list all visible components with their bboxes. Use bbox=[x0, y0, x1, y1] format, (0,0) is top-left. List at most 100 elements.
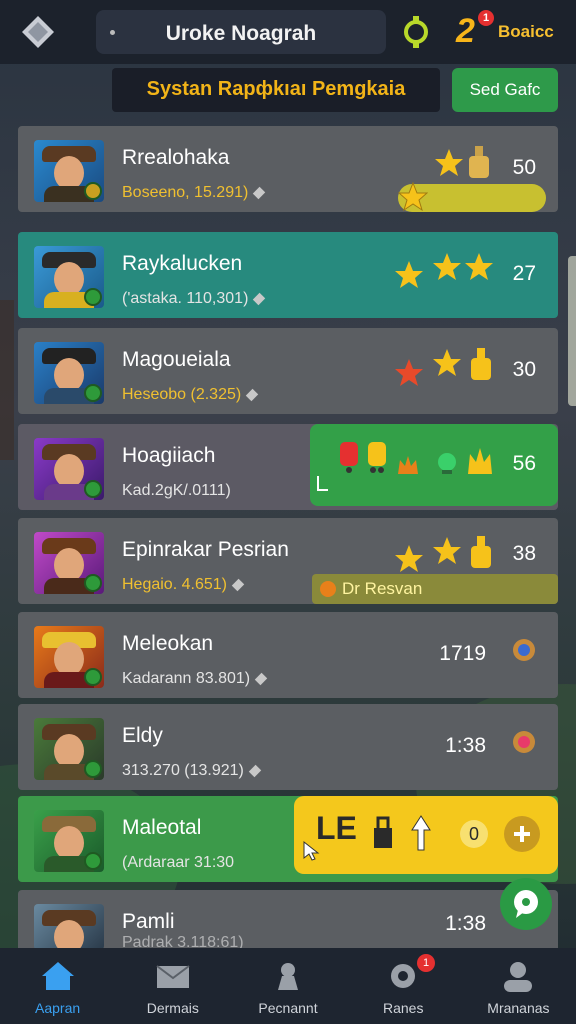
status-check-icon bbox=[84, 384, 102, 402]
status-check-icon bbox=[84, 852, 102, 870]
rewards-card[interactable]: 56 bbox=[310, 424, 558, 506]
key-icon bbox=[411, 815, 431, 851]
avatar bbox=[34, 438, 104, 500]
achievement-text: Dr Resvan bbox=[342, 579, 423, 598]
achievement-bar[interactable]: Dr Resvan bbox=[312, 574, 558, 604]
nav-item-profile[interactable]: Pecnannt bbox=[230, 948, 345, 1024]
sync-icon bbox=[404, 16, 428, 48]
bottle-icon bbox=[469, 146, 489, 178]
mail-icon bbox=[156, 965, 190, 988]
nav-item-home[interactable]: Aapran bbox=[0, 948, 115, 1024]
list-item[interactable]: Eldy 313.270 (13.921) 1:38 bbox=[18, 704, 558, 790]
brand-number: 2 bbox=[456, 12, 475, 50]
star-icon bbox=[395, 261, 423, 288]
nav-item-settings[interactable]: 1 Ranes bbox=[346, 948, 461, 1024]
gem-icon bbox=[231, 578, 245, 591]
avatar-face bbox=[54, 826, 84, 860]
top-bar: Uroke Noagrah 2 1 Boaicc bbox=[0, 0, 576, 64]
list-item[interactable]: Raykalucken ('astaka. 110,301) 27 bbox=[18, 232, 558, 318]
bottle-icon bbox=[471, 348, 491, 380]
red-potion-icon bbox=[340, 442, 358, 473]
player-time: 1:38 bbox=[445, 734, 486, 757]
star-icon bbox=[395, 545, 423, 572]
star-icon bbox=[465, 253, 493, 280]
brand-badge: 1 bbox=[478, 10, 494, 26]
nav-label: Aapran bbox=[35, 1000, 81, 1016]
sync-button[interactable] bbox=[400, 14, 432, 50]
status-check-icon bbox=[84, 668, 102, 686]
player-time: 1:38 bbox=[445, 912, 486, 935]
player-name: Eldy bbox=[122, 724, 163, 747]
chat-bubble-icon bbox=[514, 890, 538, 918]
bottle-icon bbox=[471, 536, 491, 568]
avatar-face bbox=[54, 358, 84, 392]
player-stat: Kadarann 83.801) bbox=[122, 670, 251, 687]
avatar-face bbox=[54, 734, 84, 768]
player-stat: Heseobo (2.325) bbox=[122, 386, 242, 403]
gear-icon[interactable] bbox=[510, 636, 538, 664]
nav-label: Pecnannt bbox=[258, 1000, 318, 1016]
avatar-face bbox=[54, 454, 84, 488]
avatar bbox=[34, 810, 104, 872]
player-score: 27 bbox=[512, 262, 536, 285]
player-score: 56 bbox=[512, 452, 536, 475]
player-sub: ('astaka. 110,301) bbox=[122, 290, 266, 308]
player-name: Pamli bbox=[122, 910, 175, 933]
player-name: Magoueiala bbox=[122, 348, 231, 371]
player-sub: Kad.2gK/.0111) bbox=[122, 482, 231, 499]
nav-item-messages[interactable]: Dermais bbox=[115, 948, 230, 1024]
avatar-face bbox=[54, 920, 84, 950]
star-icon bbox=[435, 149, 463, 176]
avatar bbox=[34, 904, 104, 950]
fire-icon bbox=[320, 581, 336, 597]
list-item[interactable]: Pamli Padrak 3.118:61) 1:38 bbox=[18, 890, 558, 951]
brand-logo[interactable]: 2 1 Boaicc bbox=[452, 10, 562, 54]
player-sub: 313.270 (13.921) bbox=[122, 762, 262, 780]
user-icon bbox=[504, 962, 533, 992]
player-name: Hoagiiach bbox=[122, 444, 216, 467]
yellow-potion-icon bbox=[368, 442, 386, 473]
notification-badge: 1 bbox=[417, 954, 436, 972]
back-arrow-icon bbox=[22, 16, 54, 48]
profile-bust-icon bbox=[278, 963, 298, 990]
nav-label: Mrananas bbox=[487, 1000, 550, 1016]
avatar bbox=[34, 246, 104, 308]
status-check-icon bbox=[84, 574, 102, 592]
add-button[interactable] bbox=[504, 816, 540, 852]
avatar bbox=[34, 718, 104, 780]
star-icon bbox=[433, 537, 461, 564]
list-item[interactable]: Rrealohaka Boseeno, 15.291) 50 bbox=[18, 126, 558, 212]
chat-button[interactable] bbox=[500, 878, 552, 930]
status-check-icon bbox=[84, 760, 102, 778]
gem-icon bbox=[245, 388, 259, 401]
home-icon bbox=[41, 962, 74, 990]
star-icon bbox=[433, 253, 461, 280]
side-scroll-handle[interactable] bbox=[568, 256, 576, 406]
player-name: Epinrakar Pesrian bbox=[122, 538, 289, 561]
star-icon bbox=[395, 359, 423, 386]
player-time: 1719 bbox=[439, 642, 486, 665]
avatar-face bbox=[54, 262, 84, 296]
player-name: Meleokan bbox=[122, 632, 214, 655]
list-item[interactable]: Magoueiala Heseobo (2.325) 30 bbox=[18, 328, 558, 414]
list-item[interactable]: Meleokan Kadarann 83.801) 1719 bbox=[18, 612, 558, 698]
player-sub: Heseobo (2.325) bbox=[122, 386, 259, 404]
background-post bbox=[0, 300, 14, 460]
avatar-face bbox=[54, 548, 84, 582]
player-sub: (Ardaraar 31:30 bbox=[122, 854, 235, 871]
gear-icon bbox=[391, 964, 416, 988]
back-button[interactable] bbox=[18, 12, 58, 52]
avatar-face bbox=[54, 156, 84, 190]
nav-item-account[interactable]: Mrananas bbox=[461, 948, 576, 1024]
player-sub: Hegaio. 4.651) bbox=[122, 576, 245, 594]
reward-popup[interactable]: LE 0 bbox=[294, 796, 558, 874]
nav-label: Dermais bbox=[146, 1000, 199, 1016]
player-stat: Hegaio. 4.651) bbox=[122, 576, 227, 593]
player-stat: ('astaka. 110,301) bbox=[122, 290, 249, 307]
title-bar: Uroke Noagrah bbox=[96, 10, 386, 54]
send-button[interactable]: Sed Gafc bbox=[452, 68, 558, 112]
avatar bbox=[34, 532, 104, 594]
cursor-icon bbox=[317, 476, 328, 491]
gear-icon[interactable] bbox=[510, 728, 538, 756]
headline-text: Systan Rapфkıaı Pemgkaia bbox=[146, 78, 406, 100]
